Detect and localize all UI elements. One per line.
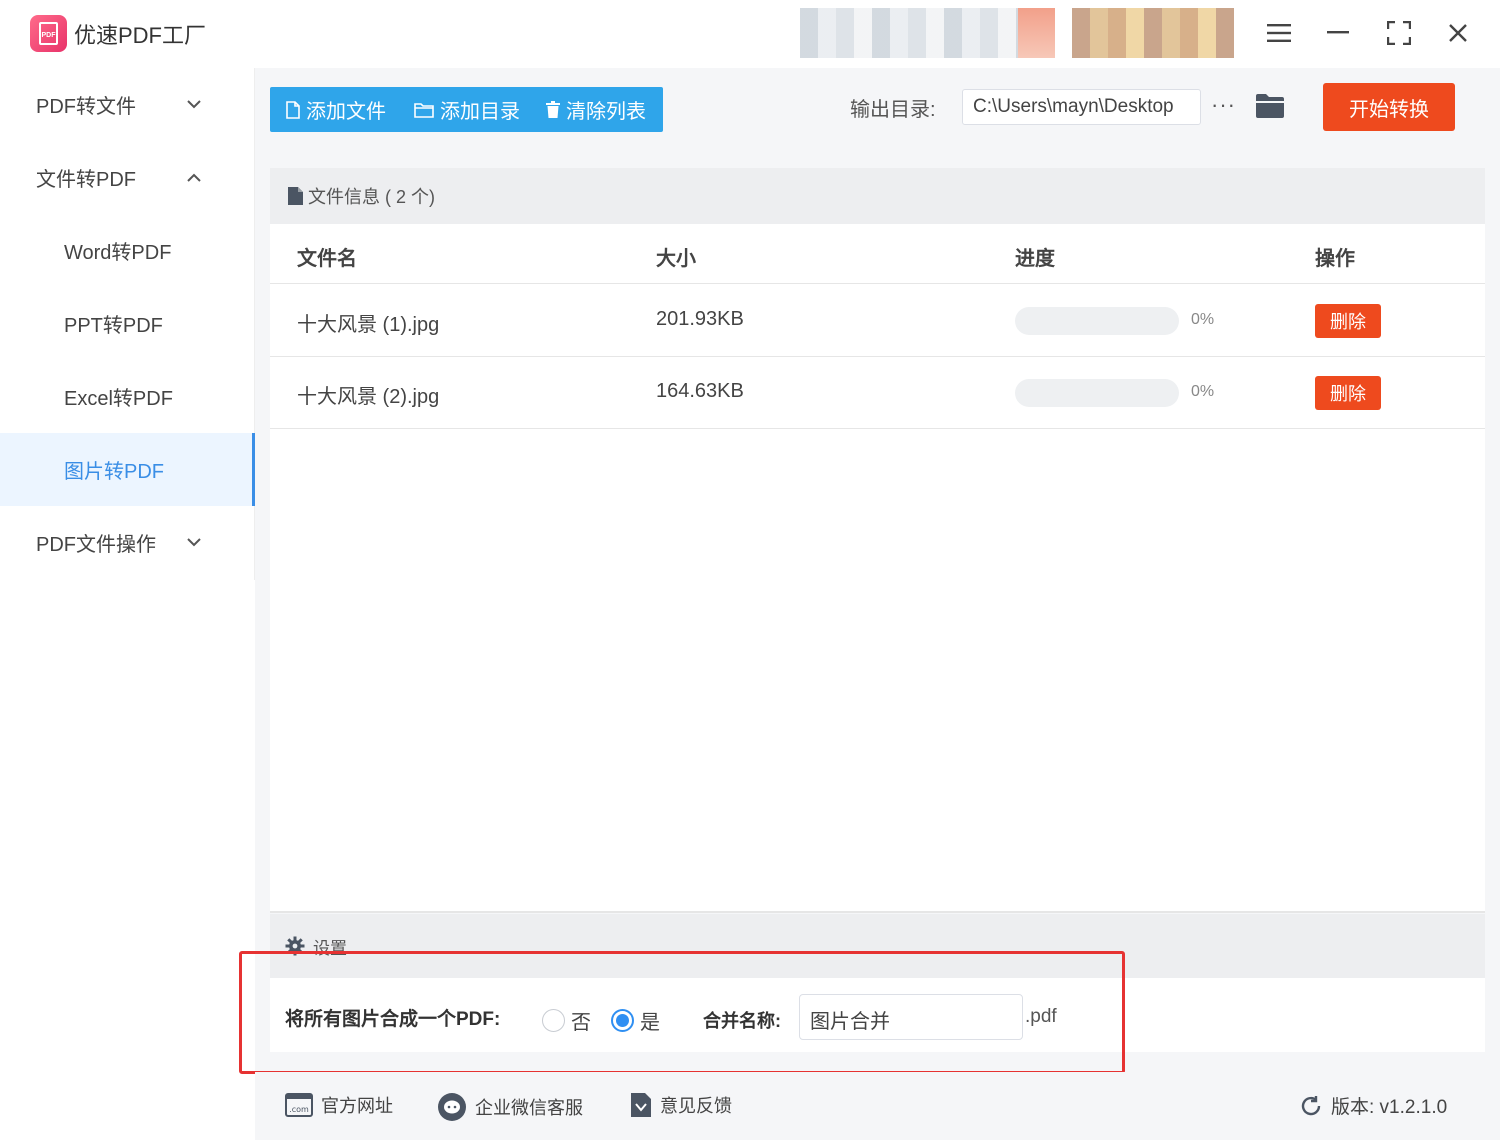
clear-list-button[interactable]: 清除列表 <box>546 87 646 132</box>
progress-percent: 0% <box>1191 383 1215 400</box>
file-name: 十大风景 (2).jpg <box>297 386 440 408</box>
sidebar-item-label: PPT转PDF <box>64 315 163 337</box>
merge-radio-no[interactable]: 否 <box>542 1006 591 1035</box>
table-header: 文件名 大小 进度 操作 <box>270 224 1485 284</box>
feedback-link[interactable]: 意见反馈 <box>630 1092 732 1118</box>
radio-circle[interactable] <box>542 1009 565 1032</box>
sidebar-item-label: 图片转PDF <box>64 461 164 483</box>
radio-label: 否 <box>571 1012 591 1034</box>
column-header-action: 操作 <box>1315 248 1355 270</box>
radio-circle[interactable] <box>611 1009 634 1032</box>
sidebar-empty-area <box>0 580 255 1140</box>
file-size: 201.93KB <box>656 308 744 330</box>
blurred-account-info <box>800 8 1055 58</box>
sidebar-item-excel-to-pdf[interactable]: Excel转PDF <box>0 360 255 433</box>
document-icon <box>288 187 303 205</box>
sidebar-item-pdf-operations[interactable]: PDF文件操作 <box>0 506 255 579</box>
sidebar-item-word-to-pdf[interactable]: Word转PDF <box>0 214 255 287</box>
svg-text:.com: .com <box>289 1105 309 1114</box>
website-icon: .com <box>285 1093 313 1117</box>
delete-button[interactable]: 删除 <box>1315 376 1381 410</box>
table-row: 十大风景 (2).jpg 164.63KB 0% 删除 <box>270 357 1485 429</box>
file-size: 164.63KB <box>656 380 744 402</box>
settings-panel: 设置 将所有图片合成一个PDF: 否 是 合并名称: 图片合并 .pdf <box>270 914 1485 1052</box>
table-row: 十大风景 (1).jpg 201.93KB 0% 删除 <box>270 285 1485 357</box>
merge-name-input[interactable]: 图片合并 <box>799 994 1023 1040</box>
divider <box>270 911 1485 913</box>
sidebar-item-image-to-pdf[interactable]: 图片转PDF <box>0 433 255 506</box>
more-options-button[interactable]: ··· <box>1211 92 1236 118</box>
progress-bar <box>1015 379 1179 407</box>
start-convert-button[interactable]: 开始转换 <box>1323 83 1455 131</box>
toolbar: 添加文件 添加目录 清除列表 输出目录: C:\Users\mayn\Deskt… <box>255 68 1500 152</box>
main-content: 添加文件 添加目录 清除列表 输出目录: C:\Users\mayn\Deskt… <box>255 68 1500 1140</box>
sidebar-item-label: PDF文件操作 <box>36 534 156 556</box>
merge-option-label: 将所有图片合成一个PDF: <box>285 1009 501 1030</box>
output-dir-label: 输出目录: <box>850 99 936 121</box>
folder-icon[interactable] <box>1255 93 1285 124</box>
sidebar-item-label: Excel转PDF <box>64 388 173 410</box>
sidebar-item-label: PDF转文件 <box>36 96 136 118</box>
merge-radio-yes[interactable]: 是 <box>611 1006 660 1035</box>
chevron-up-icon <box>187 169 201 187</box>
add-directory-button[interactable]: 添加目录 <box>414 87 520 132</box>
blurred-user-avatar <box>1072 8 1234 58</box>
file-name: 十大风景 (1).jpg <box>297 314 440 336</box>
menu-icon[interactable] <box>1264 18 1294 48</box>
settings-header: 设置 <box>270 914 1485 978</box>
column-header-progress: 进度 <box>1015 248 1055 270</box>
trash-icon <box>546 101 560 118</box>
column-header-filename: 文件名 <box>297 248 357 270</box>
minimize-icon[interactable] <box>1323 18 1353 48</box>
feedback-icon <box>631 1093 651 1117</box>
sidebar-item-label: Word转PDF <box>64 242 172 264</box>
file-info-header: 文件信息 ( 2 个) <box>270 168 1485 224</box>
output-dir-input[interactable]: C:\Users\mayn\Desktop <box>962 89 1201 125</box>
progress-bar <box>1015 307 1179 335</box>
radio-label: 是 <box>640 1012 660 1034</box>
chevron-down-icon <box>187 534 201 552</box>
footer: .com 官方网址 企业微信客服 意见反馈 版本: v1.2.1.0 <box>255 1072 1500 1140</box>
sidebar-item-file-to-pdf[interactable]: 文件转PDF <box>0 141 255 214</box>
file-icon <box>286 100 300 119</box>
app-title: 优速PDF工厂 <box>74 23 207 48</box>
progress-percent: 0% <box>1191 311 1215 328</box>
wechat-support-link[interactable]: 企业微信客服 <box>437 1092 583 1122</box>
sidebar-item-pdf-to-file[interactable]: PDF转文件 <box>0 68 255 141</box>
close-icon[interactable] <box>1443 18 1473 48</box>
refresh-icon <box>1301 1095 1321 1115</box>
folder-outline-icon <box>414 102 434 118</box>
sidebar-item-label: 文件转PDF <box>36 169 136 191</box>
blurred-account-accent <box>1018 8 1055 58</box>
app-window: PDF 优速PDF工厂 PDF转文件 文件转PDF Word转PDF PPT转P… <box>0 0 1500 1140</box>
sidebar: PDF转文件 文件转PDF Word转PDF PPT转PDF Excel转PDF… <box>0 68 255 580</box>
sidebar-item-ppt-to-pdf[interactable]: PPT转PDF <box>0 287 255 360</box>
file-extension-label: .pdf <box>1025 1006 1057 1027</box>
merge-name-label: 合并名称: <box>703 1011 781 1031</box>
add-file-button[interactable]: 添加文件 <box>286 87 386 132</box>
chevron-down-icon <box>187 96 201 114</box>
file-list-panel: 文件信息 ( 2 个) 文件名 大小 进度 操作 十大风景 (1).jpg 20… <box>270 168 1485 913</box>
file-button-group: 添加文件 添加目录 清除列表 <box>270 87 663 132</box>
app-logo-icon: PDF <box>30 15 67 52</box>
column-header-size: 大小 <box>656 248 696 270</box>
official-website-link[interactable]: .com 官方网址 <box>285 1092 393 1118</box>
maximize-icon[interactable] <box>1384 18 1414 48</box>
delete-button[interactable]: 删除 <box>1315 304 1381 338</box>
wechat-icon <box>438 1093 466 1121</box>
gear-icon <box>285 936 305 956</box>
version-info[interactable]: 版本: v1.2.1.0 <box>1299 1092 1447 1119</box>
title-bar: PDF 优速PDF工厂 <box>0 0 1500 68</box>
